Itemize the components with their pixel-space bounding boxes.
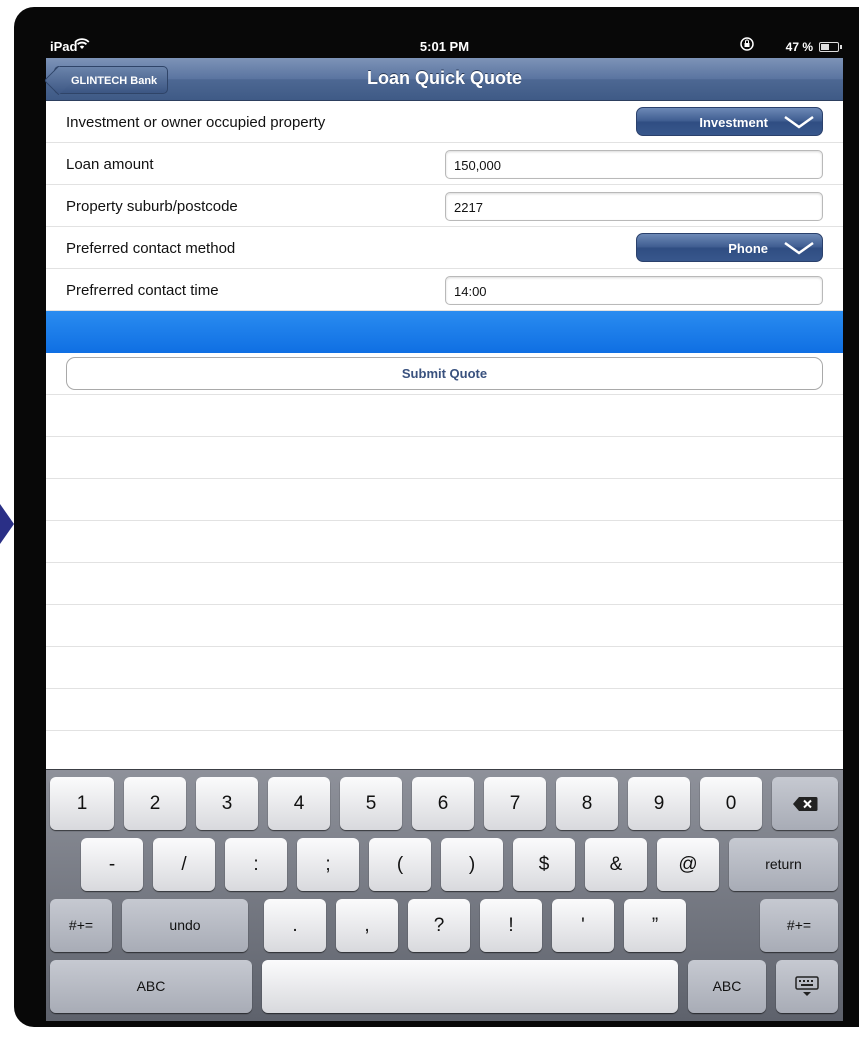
loan-amount-row: Loan amount 150,000 [46, 143, 843, 185]
key-5[interactable]: 5 [340, 777, 402, 830]
property-type-row: Investment or owner occupied property In… [46, 101, 843, 143]
abc-key-left[interactable]: ABC [50, 960, 252, 1013]
key-dollar[interactable]: $ [513, 838, 575, 891]
empty-row [46, 563, 843, 605]
empty-row [46, 479, 843, 521]
key-minus[interactable]: - [81, 838, 143, 891]
selected-row-highlight [46, 311, 843, 353]
suburb-field[interactable]: 2217 [445, 192, 823, 221]
battery-percent: 47 % [785, 40, 813, 54]
contact-time-label: Prefrerred contact time [66, 282, 219, 299]
submit-row: Submit Quote [46, 353, 843, 395]
form-table: Investment or owner occupied property In… [46, 101, 843, 769]
key-apostrophe[interactable]: ' [552, 899, 614, 952]
key-exclamation[interactable]: ! [480, 899, 542, 952]
key-at[interactable]: @ [657, 838, 719, 891]
suburb-label: Property suburb/postcode [66, 198, 238, 215]
key-slash[interactable]: / [153, 838, 215, 891]
key-4[interactable]: 4 [268, 777, 330, 830]
key-3[interactable]: 3 [196, 777, 258, 830]
contact-method-row: Preferred contact method Phone [46, 227, 843, 269]
key-open-paren[interactable]: ( [369, 838, 431, 891]
page-title: Loan Quick Quote [366, 68, 522, 88]
keyboard-dismiss-icon [795, 975, 819, 996]
key-2[interactable]: 2 [124, 777, 186, 830]
backspace-key[interactable] [772, 777, 838, 830]
empty-row [46, 605, 843, 647]
status-bar: iPad 5:01 PM 47 % [46, 36, 843, 58]
symbols-key-right[interactable]: #+= [760, 899, 838, 952]
submit-quote-button[interactable]: Submit Quote [66, 357, 823, 390]
contact-time-field[interactable]: 14:00 [445, 276, 823, 305]
undo-key[interactable]: undo [122, 899, 248, 952]
left-arrow-icon [0, 504, 14, 544]
empty-row [46, 731, 843, 769]
key-ampersand[interactable]: & [585, 838, 647, 891]
dismiss-keyboard-key[interactable] [776, 960, 838, 1013]
numeric-keyboard: 1 2 3 4 5 6 7 8 9 0 - / : ; ( ) $ & @ re… [46, 769, 843, 1021]
backspace-icon [793, 796, 818, 811]
contact-method-value: Phone [728, 241, 768, 256]
contact-time-row: Prefrerred contact time 14:00 [46, 269, 843, 311]
suburb-row: Property suburb/postcode 2217 [46, 185, 843, 227]
key-semicolon[interactable]: ; [297, 838, 359, 891]
contact-method-label: Preferred contact method [66, 240, 236, 257]
empty-row [46, 395, 843, 437]
return-key[interactable]: return [729, 838, 838, 891]
space-key[interactable] [262, 960, 678, 1013]
key-close-paren[interactable]: ) [441, 838, 503, 891]
navigation-bar: GLINTECH Bank Loan Quick Quote [46, 58, 843, 101]
loan-amount-field[interactable]: 150,000 [445, 150, 823, 179]
back-button-label: GLINTECH Bank [71, 75, 158, 87]
key-9[interactable]: 9 [628, 777, 690, 830]
key-8[interactable]: 8 [556, 777, 618, 830]
key-colon[interactable]: : [225, 838, 287, 891]
chevron-down-icon [784, 241, 814, 255]
loan-amount-label: Loan amount [66, 156, 154, 173]
abc-key-right[interactable]: ABC [688, 960, 766, 1013]
key-6[interactable]: 6 [412, 777, 474, 830]
key-7[interactable]: 7 [484, 777, 546, 830]
empty-row [46, 689, 843, 731]
empty-row [46, 647, 843, 689]
contact-method-dropdown[interactable]: Phone [636, 233, 823, 262]
property-type-label: Investment or owner occupied property [66, 114, 326, 131]
empty-row [46, 437, 843, 479]
battery-icon [819, 42, 842, 52]
status-time: 5:01 PM [419, 39, 470, 54]
orientation-lock-icon [739, 36, 755, 55]
key-0[interactable]: 0 [700, 777, 762, 830]
symbols-key-left[interactable]: #+= [50, 899, 112, 952]
key-question[interactable]: ? [408, 899, 470, 952]
key-comma[interactable]: , [336, 899, 398, 952]
chevron-down-icon [784, 115, 814, 129]
property-type-value: Investment [699, 115, 768, 130]
key-quote[interactable]: ” [624, 899, 686, 952]
key-1[interactable]: 1 [50, 777, 114, 830]
empty-row [46, 521, 843, 563]
property-type-dropdown[interactable]: Investment [636, 107, 823, 136]
key-period[interactable]: . [264, 899, 326, 952]
